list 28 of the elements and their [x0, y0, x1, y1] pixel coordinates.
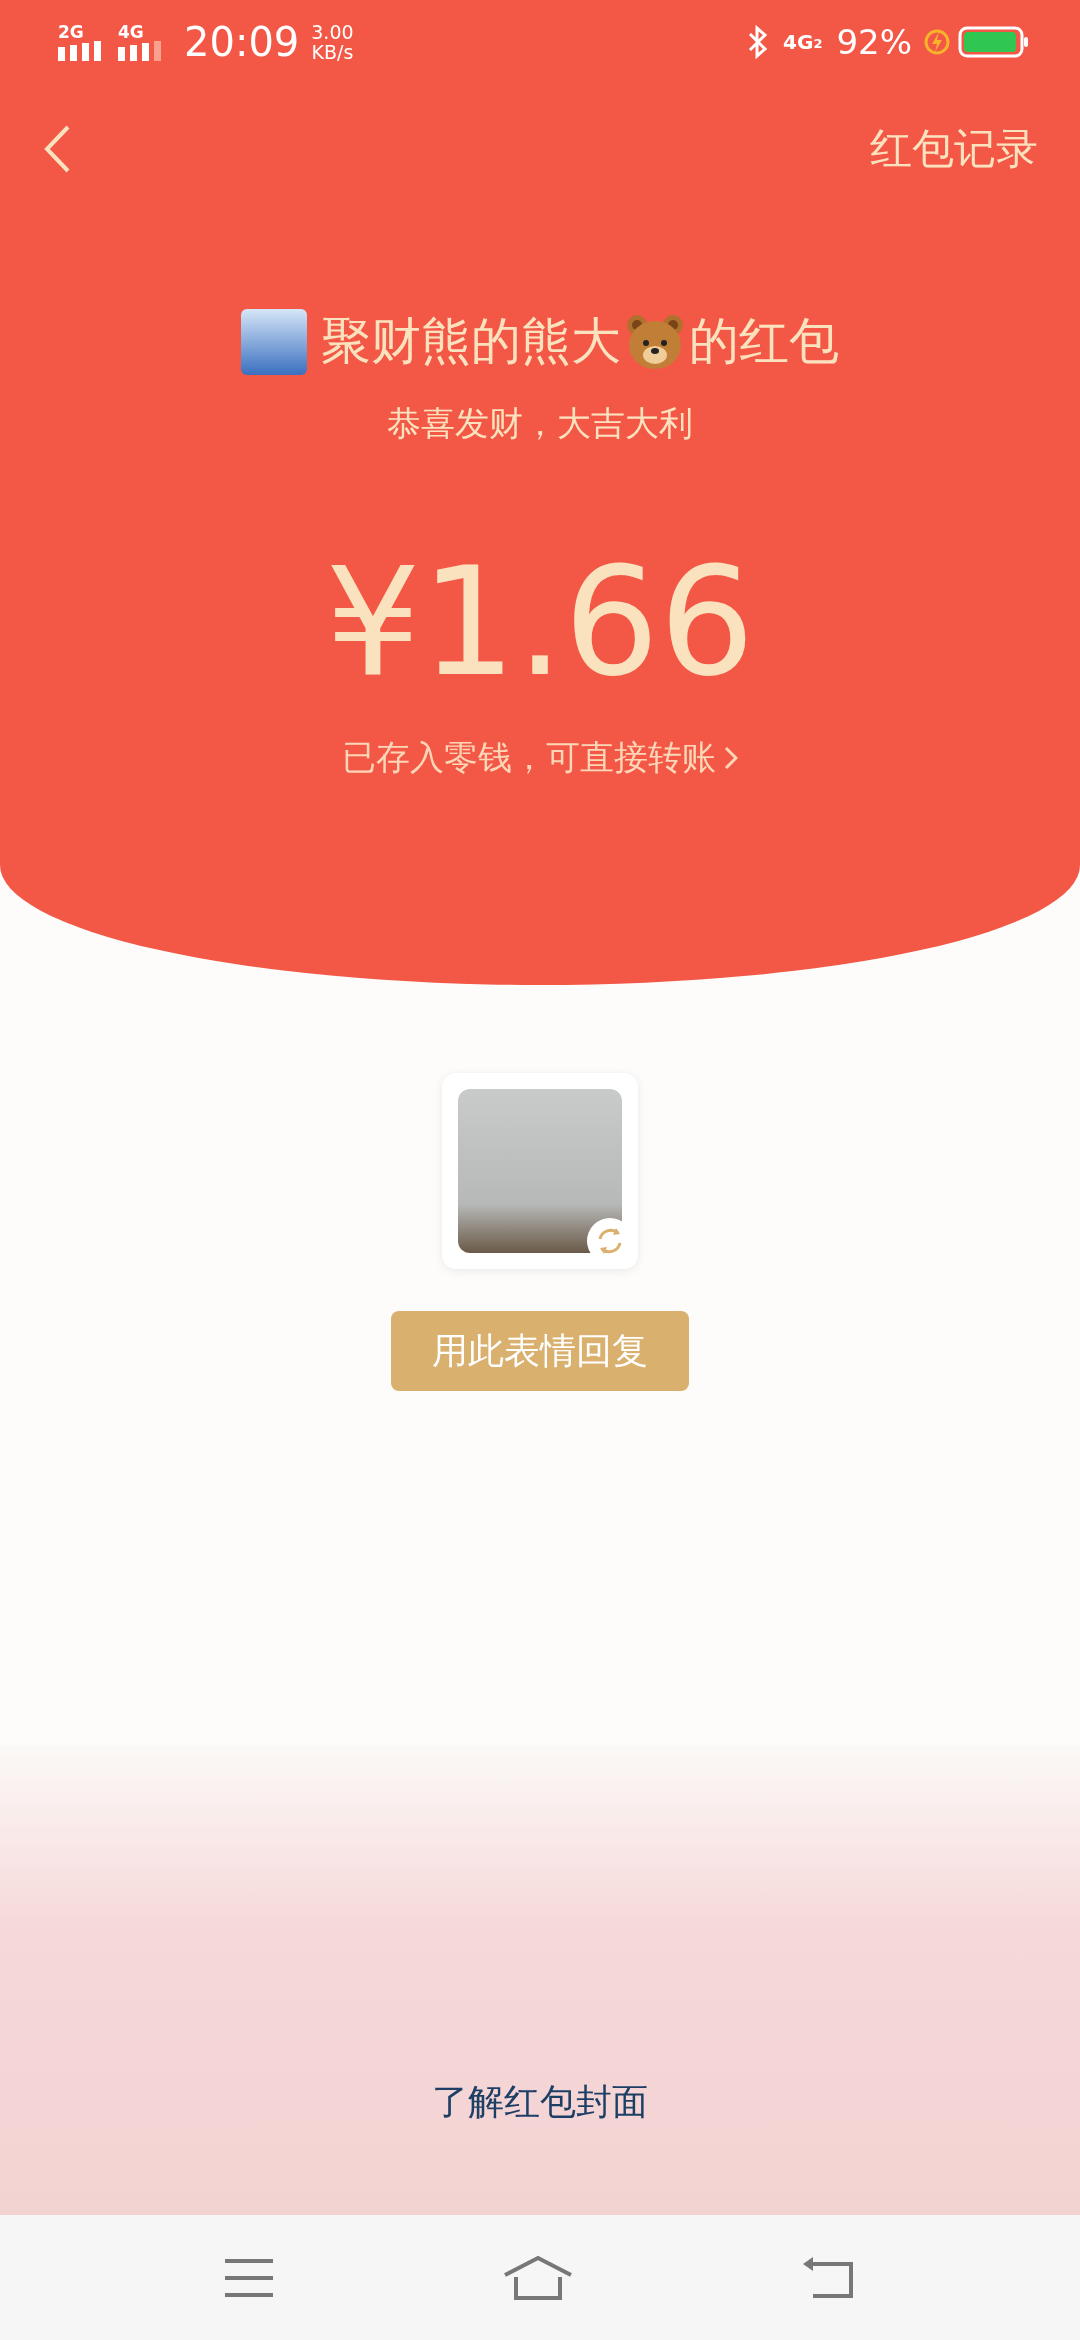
battery-percent: 92% [836, 22, 912, 62]
menu-button[interactable] [223, 2257, 276, 2298]
back-button[interactable] [42, 124, 72, 174]
greeting-text: 恭喜发财，大吉大利 [387, 402, 693, 445]
reply-button[interactable]: 用此表情回复 [391, 1311, 689, 1391]
records-link[interactable]: 红包记录 [870, 121, 1038, 177]
network-type: 4G [783, 30, 814, 54]
cover-link[interactable]: 了解红包封面 [432, 2078, 648, 2127]
chevron-icon [724, 746, 738, 770]
sim-label: 4G [118, 23, 144, 41]
bluetooth-icon [747, 25, 770, 59]
charging-icon [924, 27, 950, 57]
speed-unit: KB/s [311, 42, 354, 62]
amount-text: ¥1.66 [325, 547, 755, 697]
battery-icon [958, 26, 1030, 58]
bear-face-icon [625, 312, 685, 371]
clock-time: 20:09 [184, 19, 300, 65]
sticker-card[interactable] [442, 1073, 638, 1269]
speed-value: 3.00 [311, 22, 354, 42]
balance-link[interactable]: 已存入零钱，可直接转账 [342, 735, 738, 781]
signal-icon [118, 41, 164, 61]
sender-name: 聚财熊的熊大 [321, 311, 621, 372]
packet-label: 的红包 [689, 311, 839, 372]
sim-number: 2 [813, 36, 823, 51]
sim-label: 2G [58, 23, 84, 41]
signal-icon [58, 41, 104, 61]
sender-avatar [241, 308, 307, 375]
home-button[interactable] [502, 2254, 574, 2301]
